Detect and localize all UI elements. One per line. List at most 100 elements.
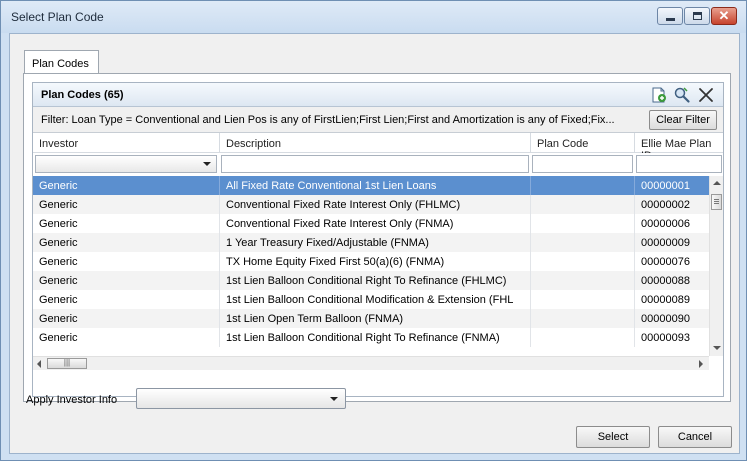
column-header-plan-id[interactable]: Ellie Mae Plan ID <box>635 133 723 162</box>
cell-description: Conventional Fixed Rate Interest Only (F… <box>226 199 461 211</box>
table-row[interactable]: Generic 1st Lien Open Term Balloon (FNMA)… <box>33 309 709 328</box>
scroll-right-icon[interactable] <box>699 360 703 368</box>
cell-plan-id: 00000002 <box>641 199 690 211</box>
table-row[interactable]: Generic Conventional Fixed Rate Interest … <box>33 214 709 233</box>
cell-description: Conventional Fixed Rate Interest Only (F… <box>226 218 454 230</box>
cell-description: TX Home Equity Fixed First 50(a)(6) (FNM… <box>226 256 445 268</box>
scroll-down-icon[interactable] <box>713 346 721 350</box>
export-icon[interactable] <box>650 86 668 104</box>
column-header-investor[interactable]: Investor <box>33 133 219 153</box>
column-header-plan-code[interactable]: Plan Code <box>531 133 634 153</box>
cell-plan-id: 00000006 <box>641 218 690 230</box>
title-bar[interactable]: Select Plan Code ✕ <box>1 1 746 33</box>
cell-description: 1 Year Treasury Fixed/Adjustable (FNMA) <box>226 237 429 249</box>
cell-divider <box>634 290 635 309</box>
cancel-button[interactable]: Cancel <box>658 426 732 448</box>
close-icon: ✕ <box>718 8 730 23</box>
apply-investor-dropdown[interactable] <box>136 388 346 409</box>
cell-description: 1st Lien Balloon Conditional Right To Re… <box>226 332 500 344</box>
cell-plan-id: 00000089 <box>641 294 690 306</box>
cell-description: 1st Lien Balloon Conditional Right To Re… <box>226 275 507 287</box>
cell-investor: Generic <box>39 180 78 192</box>
cell-divider <box>634 309 635 328</box>
grip-line <box>714 203 719 204</box>
cell-divider <box>634 176 635 195</box>
cell-investor: Generic <box>39 294 78 306</box>
cell-plan-id: 00000090 <box>641 313 690 325</box>
cell-divider <box>219 176 220 195</box>
plan-code-filter-input[interactable] <box>532 155 633 173</box>
tab-panel: Plan Codes (65) Filter: Loan Type = Conv… <box>23 73 731 402</box>
table-row[interactable]: Generic 1st Lien Balloon Conditional Righ… <box>33 328 709 347</box>
maximize-button[interactable] <box>684 7 710 25</box>
apply-investor-label: Apply Investor Info <box>26 394 118 406</box>
cell-description: 1st Lien Balloon Conditional Modificatio… <box>226 294 514 306</box>
cell-divider <box>530 214 531 233</box>
grip-line <box>714 199 719 200</box>
table-row[interactable]: Generic TX Home Equity Fixed First 50(a)(… <box>33 252 709 271</box>
cell-investor: Generic <box>39 275 78 287</box>
cell-divider <box>530 271 531 290</box>
scroll-up-icon[interactable] <box>713 181 721 185</box>
scroll-left-icon[interactable] <box>37 360 41 368</box>
filter-description: Filter: Loan Type = Conventional and Lie… <box>41 114 615 126</box>
cell-divider <box>634 252 635 271</box>
cell-divider <box>634 214 635 233</box>
chevron-down-icon <box>203 162 211 166</box>
cell-divider <box>634 271 635 290</box>
minimize-button[interactable] <box>657 7 683 25</box>
cell-investor: Generic <box>39 218 78 230</box>
plan-codes-grid: Plan Codes (65) Filter: Loan Type = Conv… <box>32 82 724 397</box>
cell-investor: Generic <box>39 332 78 344</box>
cell-divider <box>634 195 635 214</box>
cell-divider <box>530 309 531 328</box>
cell-divider <box>219 214 220 233</box>
grip-line <box>714 201 719 202</box>
table-row[interactable]: Generic 1 Year Treasury Fixed/Adjustable … <box>33 233 709 252</box>
close-button[interactable]: ✕ <box>711 7 737 25</box>
cell-plan-id: 00000001 <box>641 180 690 192</box>
cell-description: 1st Lien Open Term Balloon (FNMA) <box>226 313 404 325</box>
cell-divider <box>530 195 531 214</box>
cell-plan-id: 00000093 <box>641 332 690 344</box>
cell-divider <box>530 252 531 271</box>
window-title: Select Plan Code <box>11 10 104 24</box>
table-row[interactable]: Generic All Fixed Rate Conventional 1st L… <box>33 176 709 195</box>
close-icon[interactable] <box>697 86 715 104</box>
dialog-window: Select Plan Code ✕ Plan Codes Plan Codes… <box>0 0 747 461</box>
investor-filter-dropdown[interactable] <box>35 155 217 173</box>
table-row[interactable]: Generic 1st Lien Balloon Conditional Modi… <box>33 290 709 309</box>
description-filter-input[interactable] <box>221 155 529 173</box>
vertical-scroll-thumb[interactable] <box>711 194 722 210</box>
cell-divider <box>530 176 531 195</box>
cell-divider <box>219 233 220 252</box>
cell-divider <box>219 290 220 309</box>
clear-filter-button[interactable]: Clear Filter <box>649 110 717 130</box>
cell-investor: Generic <box>39 199 78 211</box>
vertical-scrollbar[interactable] <box>709 176 723 356</box>
cell-plan-id: 00000088 <box>641 275 690 287</box>
cell-investor: Generic <box>39 256 78 268</box>
horizontal-scroll-thumb[interactable]: ||| <box>47 358 87 369</box>
cell-divider <box>219 271 220 290</box>
horizontal-scrollbar[interactable]: ||| <box>33 356 709 370</box>
cell-divider <box>530 328 531 347</box>
table-row[interactable]: Generic 1st Lien Balloon Conditional Righ… <box>33 271 709 290</box>
search-icon[interactable] <box>673 86 691 104</box>
dialog-client-area: Plan Codes Plan Codes (65) Filter: Loan … <box>9 33 740 454</box>
tab-plan-codes[interactable]: Plan Codes <box>24 50 99 74</box>
grid-title: Plan Codes (65) <box>41 89 124 101</box>
chevron-down-icon <box>330 397 338 401</box>
cell-divider <box>219 252 220 271</box>
column-header-description[interactable]: Description <box>220 133 530 153</box>
cell-divider <box>634 233 635 252</box>
grid-header: Plan Codes (65) <box>33 83 723 107</box>
select-button[interactable]: Select <box>576 426 650 448</box>
grid-rows: Generic All Fixed Rate Conventional 1st L… <box>33 176 709 366</box>
cell-divider <box>634 328 635 347</box>
filter-bar: Filter: Loan Type = Conventional and Lie… <box>33 107 723 133</box>
plan-id-filter-input[interactable] <box>636 155 722 173</box>
cell-investor: Generic <box>39 237 78 249</box>
cell-divider <box>530 290 531 309</box>
table-row[interactable]: Generic Conventional Fixed Rate Interest … <box>33 195 709 214</box>
